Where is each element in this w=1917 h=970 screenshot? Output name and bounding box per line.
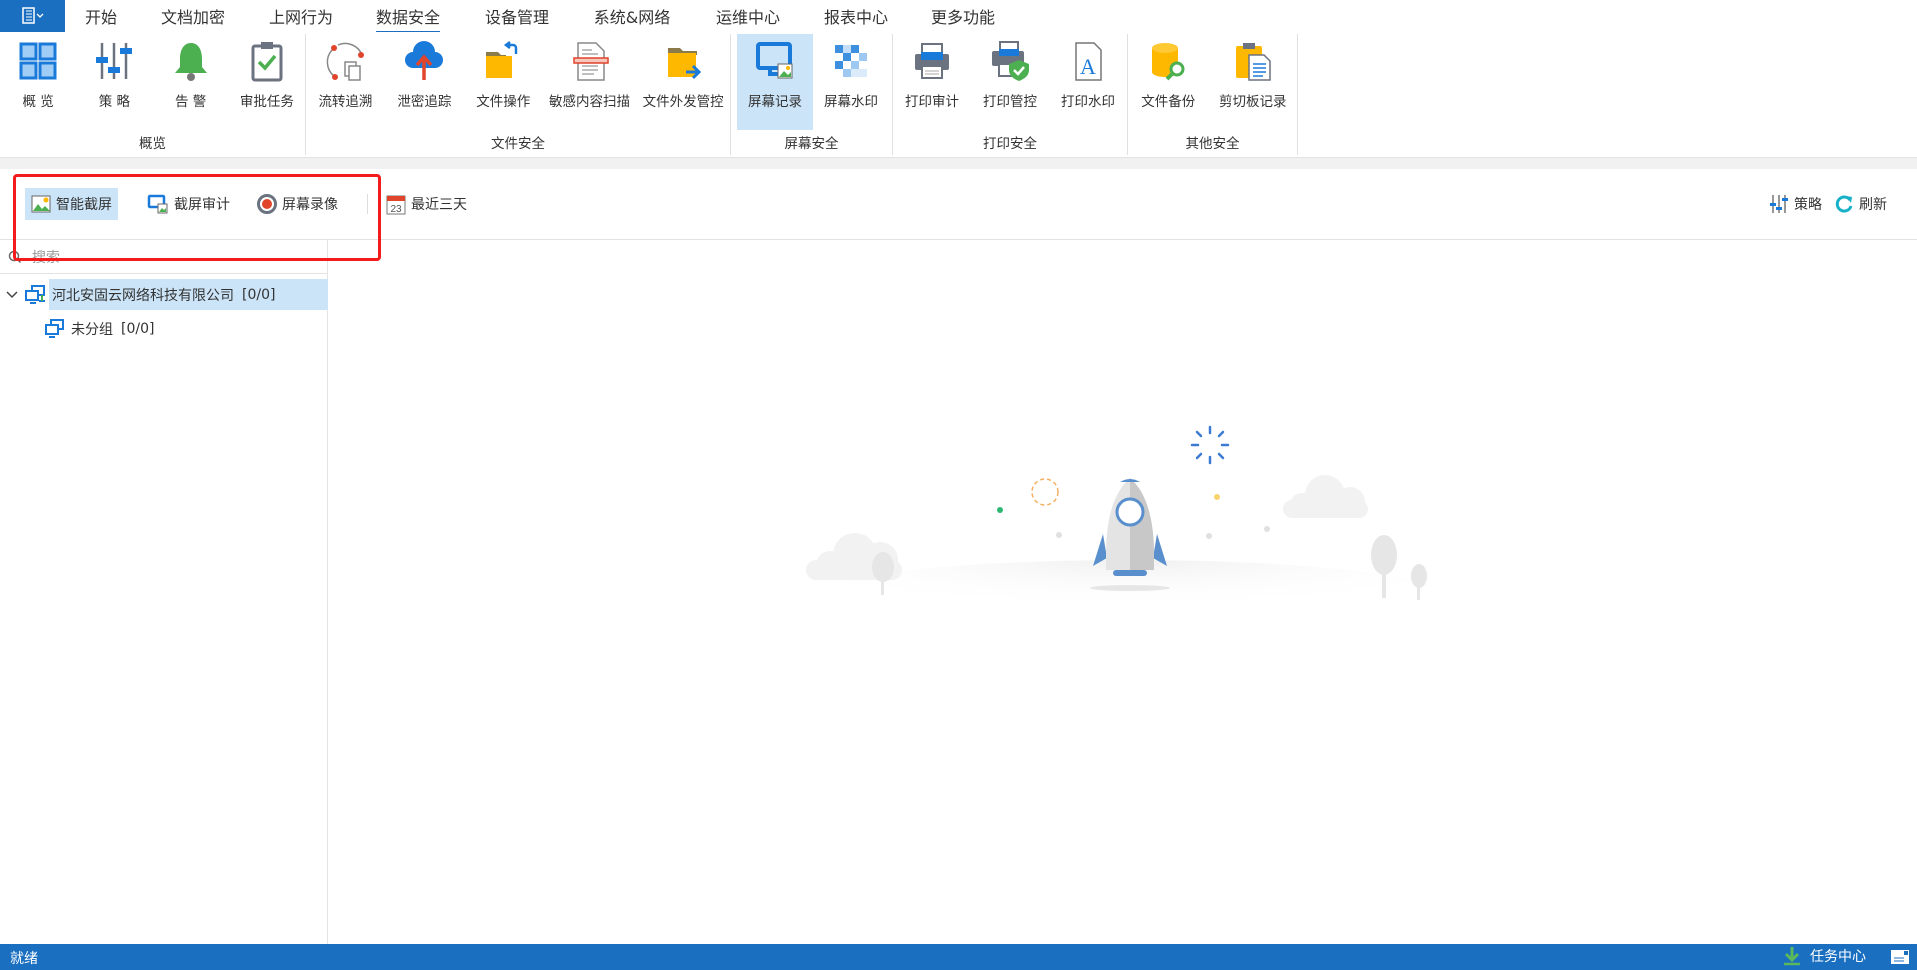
tree-node-count: [0/0] bbox=[121, 320, 155, 337]
smart-capture-button[interactable]: 智能截屏 bbox=[25, 188, 118, 220]
status-text: 就绪 bbox=[10, 951, 38, 967]
search-icon bbox=[8, 250, 22, 263]
document-scan-icon bbox=[572, 42, 609, 81]
status-bar: 就绪 任务中心 bbox=[0, 944, 1917, 970]
overview-button[interactable]: 概 览 bbox=[0, 34, 76, 130]
search-input[interactable]: 搜索 bbox=[32, 247, 60, 267]
screen-record-button[interactable]: 屏幕记录 bbox=[737, 34, 813, 130]
clipboard-check-icon bbox=[251, 42, 283, 82]
org-tree-panel: 搜索 河北安固云网络科技有限公司 [0/0] 未分组 [0/0] bbox=[0, 240, 328, 944]
printer-icon bbox=[915, 43, 949, 79]
tree-node-label: 未分组 bbox=[71, 321, 113, 338]
network-computer-icon bbox=[25, 284, 45, 304]
ribbon-divider bbox=[0, 157, 1917, 169]
ribbon-group-label: 概览 bbox=[139, 136, 166, 152]
tree-search[interactable]: 搜索 bbox=[0, 240, 327, 274]
tree-node-label: 河北安固云网络科技有限公司 bbox=[52, 287, 234, 304]
sliders-icon bbox=[96, 43, 133, 79]
tab-start[interactable]: 开始 bbox=[85, 4, 117, 31]
ribbon-group-file-security: 流转追溯 泄密追踪 文件操作 敏感内容扫描 文件外发管控 文件安全 bbox=[306, 34, 731, 155]
computer-group-icon bbox=[45, 318, 64, 338]
clipboard-doc-icon bbox=[1235, 43, 1271, 81]
policy-toolbar-button[interactable]: 策略 bbox=[1763, 188, 1828, 220]
image-icon bbox=[31, 195, 51, 213]
printer-shield-icon bbox=[992, 41, 1029, 81]
ribbon-group-screen-security: 屏幕记录 屏幕水印 屏幕安全 bbox=[731, 34, 893, 155]
tab-data-security[interactable]: 数据安全 bbox=[375, 4, 441, 34]
tab-ops-center[interactable]: 运维中心 bbox=[716, 4, 780, 31]
task-center-button[interactable]: 任务中心 bbox=[1782, 946, 1866, 966]
policy-button[interactable]: 策 略 bbox=[76, 34, 152, 130]
sensitive-scan-button[interactable]: 敏感内容扫描 bbox=[543, 34, 637, 130]
refresh-button[interactable]: 刷新 bbox=[1828, 188, 1893, 220]
tree-node-company[interactable]: 河北安固云网络科技有限公司 [0/0] bbox=[0, 279, 328, 310]
ribbon-group-label: 其他安全 bbox=[1185, 136, 1240, 152]
tab-device-management[interactable]: 设备管理 bbox=[485, 4, 549, 31]
screen-record-video-button[interactable]: 屏幕录像 bbox=[251, 188, 344, 220]
tab-system-network[interactable]: 系统&网络 bbox=[594, 4, 670, 31]
ribbon-group-overview: 概 览 策 略 告 警 审批任务 概览 bbox=[0, 34, 306, 155]
screen-watermark-button[interactable]: 屏幕水印 bbox=[813, 34, 889, 130]
ribbon-group-other-security: 文件备份 剪切板记录 其他安全 bbox=[1128, 34, 1298, 155]
print-control-button[interactable]: 打印管控 bbox=[972, 34, 1048, 130]
tree-node-ungrouped[interactable]: 未分组 [0/0] bbox=[45, 313, 154, 344]
capture-audit-button[interactable]: 截屏审计 bbox=[141, 188, 236, 220]
app-menu-button[interactable] bbox=[0, 0, 65, 32]
tree-node-count: [0/0] bbox=[242, 286, 276, 303]
cloud-upload-icon bbox=[405, 41, 444, 80]
date-range-button[interactable]: 23 最近三天 bbox=[380, 188, 473, 220]
document-letter-icon: A bbox=[1075, 42, 1102, 81]
clipboard-record-button[interactable]: 剪切板记录 bbox=[1211, 34, 1295, 130]
sliders-icon bbox=[1770, 195, 1788, 213]
ribbon-group-print-security: 打印审计 打印管控 A 打印水印 打印安全 bbox=[893, 34, 1128, 155]
tab-doc-encryption[interactable]: 文档加密 bbox=[161, 4, 225, 31]
flow-trace-icon bbox=[327, 42, 365, 81]
ribbon-group-label: 打印安全 bbox=[983, 136, 1037, 152]
ribbon-group-label: 文件安全 bbox=[491, 136, 545, 152]
print-watermark-button[interactable]: A 打印水印 bbox=[1050, 34, 1126, 130]
chevron-down-icon[interactable] bbox=[5, 288, 19, 302]
menu-tab-bar: 开始 文档加密 上网行为 数据安全 设备管理 系统&网络 运维中心 报表中心 更… bbox=[0, 0, 1917, 34]
alert-button[interactable]: 告 警 bbox=[153, 34, 229, 130]
message-icon[interactable] bbox=[1890, 949, 1910, 965]
ribbon: 概 览 策 略 告 警 审批任务 概览 流转追溯 泄密追踪 文件操作 敏感内容扫… bbox=[0, 32, 1917, 157]
leak-trace-button[interactable]: 泄密追踪 bbox=[385, 34, 464, 130]
flow-trace-button[interactable]: 流转追溯 bbox=[306, 34, 385, 130]
file-outbound-control-button[interactable]: 文件外发管控 bbox=[636, 34, 730, 130]
tab-report-center[interactable]: 报表中心 bbox=[824, 4, 888, 31]
download-icon bbox=[1784, 947, 1800, 966]
sub-toolbar: 智能截屏 截屏审计 屏幕录像 23 最近三天 策略 刷新 bbox=[0, 169, 1917, 240]
empty-state-rocket-illustration bbox=[800, 425, 1450, 640]
file-backup-button[interactable]: 文件备份 bbox=[1130, 34, 1206, 130]
record-icon bbox=[257, 194, 277, 214]
folder-send-icon bbox=[668, 48, 702, 80]
folder-undo-icon bbox=[486, 41, 518, 78]
app-menu-icon bbox=[21, 7, 43, 24]
mosaic-icon bbox=[835, 45, 867, 77]
approval-task-button[interactable]: 审批任务 bbox=[229, 34, 305, 130]
refresh-icon bbox=[1835, 195, 1853, 213]
svg-text:23: 23 bbox=[390, 204, 402, 215]
toolbar-separator bbox=[367, 194, 368, 214]
database-search-icon bbox=[1152, 43, 1185, 81]
grid-icon bbox=[19, 42, 57, 80]
file-operation-button[interactable]: 文件操作 bbox=[464, 34, 543, 130]
monitor-image-icon bbox=[147, 194, 168, 214]
bell-icon bbox=[174, 43, 207, 81]
ribbon-group-label: 屏幕安全 bbox=[784, 136, 839, 152]
tab-more-features[interactable]: 更多功能 bbox=[931, 4, 995, 31]
selected-highlight: 河北安固云网络科技有限公司 [0/0] bbox=[49, 279, 328, 310]
monitor-image-icon bbox=[756, 42, 793, 79]
tab-internet-behavior[interactable]: 上网行为 bbox=[269, 4, 333, 31]
calendar-icon: 23 bbox=[386, 195, 406, 215]
svg-text:A: A bbox=[1080, 54, 1096, 79]
print-audit-button[interactable]: 打印审计 bbox=[894, 34, 970, 130]
